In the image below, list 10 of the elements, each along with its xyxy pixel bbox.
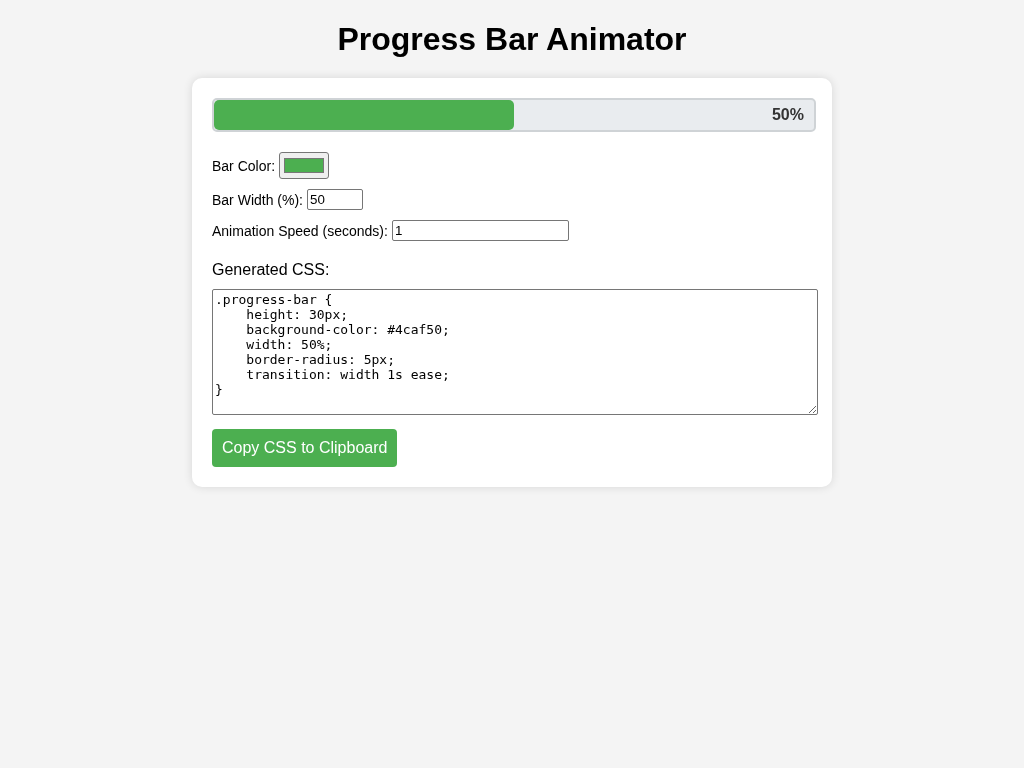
field-label: Bar Width (%): [212,191,303,208]
field-label: Animation Speed (seconds): [212,222,388,239]
width-input[interactable]: 50 [307,189,363,210]
section-heading: Generated CSS: [212,261,331,279]
progress-label: 50% [771,106,804,124]
color-picker[interactable] [279,152,330,179]
css-output-field[interactable]: .progress-bar { height: 30px; background-color: #4caf50; width: 50%; border-radius: 5px; transition: width 1s ease; } [212,289,818,415]
speed-input[interactable]: 1 [391,220,569,241]
field-label: Bar Color: [212,157,276,174]
page-title: Progress Bar Animator [337,21,687,58]
